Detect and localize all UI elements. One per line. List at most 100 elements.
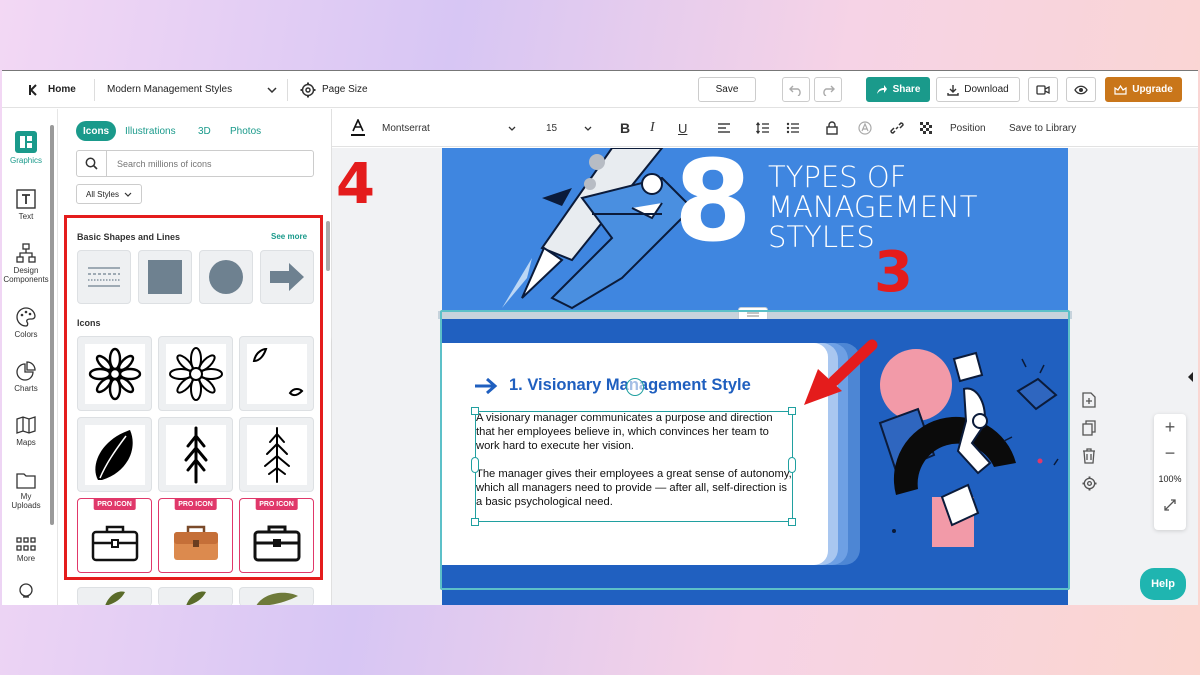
duplicate-page-button[interactable] — [1082, 420, 1102, 448]
briefcase-icon — [91, 525, 138, 561]
lock-button[interactable] — [826, 109, 838, 147]
preview-button[interactable] — [1066, 77, 1096, 102]
share-button[interactable]: Share — [866, 77, 930, 102]
design-canvas[interactable]: 8 TYPES OF MANAGEMENT STYLES 1. Visionar… — [332, 148, 1198, 605]
icon-tile-tree-1[interactable] — [158, 417, 233, 492]
rail-label-colors: Colors — [14, 330, 38, 339]
eye-icon — [1074, 85, 1088, 94]
chevron-down-icon — [124, 192, 132, 197]
font-size-value: 15 — [546, 122, 558, 134]
rail-item-maps[interactable]: Maps — [2, 415, 50, 447]
align-button[interactable] — [717, 109, 731, 147]
title-line-1: TYPES OF — [768, 160, 907, 194]
upgrade-button[interactable]: Upgrade — [1105, 77, 1182, 102]
delete-page-button[interactable] — [1082, 448, 1102, 476]
icon-tile-flower-1[interactable] — [77, 336, 152, 411]
redo-button[interactable] — [814, 77, 842, 102]
home-button[interactable]: Home — [28, 71, 76, 108]
section-selection-frame[interactable] — [440, 310, 1070, 590]
leaf-icon — [256, 592, 298, 605]
left-rail: Graphics Text Design Components Colors C… — [2, 109, 58, 605]
animate-button[interactable] — [858, 109, 872, 147]
rail-item-more[interactable]: More — [2, 537, 50, 563]
link-button[interactable] — [890, 109, 904, 147]
icon-tile-partial-2[interactable] — [158, 587, 233, 605]
search-input[interactable] — [107, 158, 307, 169]
transparency-button[interactable] — [920, 109, 933, 147]
line-spacing-button[interactable] — [756, 109, 770, 147]
icon-tile-partial-1[interactable] — [77, 587, 152, 605]
rail-item-colors[interactable]: Colors — [2, 307, 50, 339]
briefcase-icon — [173, 525, 218, 560]
icon-tile-leaves[interactable] — [239, 336, 314, 411]
tab-icons[interactable]: Icons — [76, 121, 117, 141]
briefcase-icon — [253, 525, 300, 561]
page-settings-button[interactable] — [1082, 476, 1102, 504]
icon-search[interactable] — [76, 150, 314, 177]
icon-tile-flower-2[interactable] — [158, 336, 233, 411]
record-video-button[interactable] — [1028, 77, 1058, 102]
rail-item-my-uploads[interactable]: My Uploads — [2, 471, 50, 510]
bold-button[interactable]: B — [620, 109, 630, 147]
italic-button[interactable]: I — [650, 109, 655, 147]
underline-button[interactable]: U — [678, 109, 687, 147]
map-icon — [16, 416, 36, 434]
rail-scrollbar[interactable] — [50, 125, 54, 525]
add-page-button[interactable] — [1082, 392, 1102, 420]
help-button[interactable]: Help — [1140, 568, 1186, 600]
font-family-value: Montserrat — [382, 122, 430, 134]
icon-tile-briefcase-3[interactable]: PRO ICON — [239, 498, 314, 573]
fit-screen-button[interactable] — [1154, 492, 1186, 518]
icons-section-title: Icons — [77, 318, 101, 328]
doc-title-dropdown[interactable]: Modern Management Styles — [107, 71, 277, 108]
tab-illustrations[interactable]: Illustrations — [125, 121, 176, 141]
duplicate-icon — [1082, 420, 1096, 436]
shape-tile-lines[interactable] — [77, 250, 131, 304]
tree-icon — [184, 426, 207, 483]
flower-icon — [88, 347, 141, 400]
align-left-icon — [718, 123, 730, 133]
shape-tile-square[interactable] — [138, 250, 192, 304]
rail-item-charts[interactable]: Charts — [2, 361, 50, 393]
list-button[interactable] — [786, 109, 800, 147]
position-button[interactable]: Position — [950, 109, 986, 147]
panel-scrollbar[interactable] — [326, 221, 330, 271]
icon-tile-leaf[interactable] — [77, 417, 152, 492]
home-label: Home — [48, 84, 76, 95]
icon-tile-briefcase-2[interactable]: PRO ICON — [158, 498, 233, 573]
shape-tile-circle[interactable] — [199, 250, 253, 304]
save-to-library-button[interactable]: Save to Library — [1009, 109, 1076, 147]
zoom-out-button[interactable]: − — [1154, 440, 1186, 466]
icon-tile-tree-2[interactable] — [239, 417, 314, 492]
shape-tile-arrow[interactable] — [260, 250, 314, 304]
font-family-dropdown[interactable]: Montserrat — [382, 109, 516, 147]
annotation-step-4: 4 — [336, 152, 375, 217]
lightbulb-icon — [19, 583, 33, 598]
section-tools — [1082, 392, 1102, 504]
page-size-button[interactable]: Page Size — [300, 71, 368, 108]
undo-button[interactable] — [782, 77, 810, 102]
icon-tile-partial-3[interactable] — [239, 587, 314, 605]
download-button[interactable]: Download — [936, 77, 1020, 102]
text-color-icon — [351, 119, 365, 136]
rail-item-graphics[interactable]: Graphics — [2, 131, 50, 165]
save-button[interactable]: Save — [698, 77, 756, 102]
redo-icon — [823, 85, 835, 96]
text-color-button[interactable] — [350, 109, 366, 147]
video-camera-icon — [1036, 84, 1050, 95]
zoom-in-button[interactable]: + — [1154, 414, 1186, 440]
tab-3d[interactable]: 3D — [198, 121, 211, 141]
rail-label-graphics: Graphics — [9, 156, 42, 165]
rail-item-extra[interactable] — [2, 583, 50, 604]
tab-photos[interactable]: Photos — [230, 121, 261, 141]
font-size-dropdown[interactable]: 15 — [546, 109, 592, 147]
rail-item-text[interactable]: Text — [2, 189, 50, 221]
dashed-lines-icon — [88, 267, 120, 287]
right-panel-toggle[interactable] — [1184, 362, 1198, 392]
style-filter-dropdown[interactable]: All Styles — [76, 184, 142, 204]
rail-item-design-components[interactable]: Design Components — [2, 243, 50, 284]
see-more-link[interactable]: See more — [271, 232, 307, 241]
infographic-header-block[interactable]: 8 TYPES OF MANAGEMENT STYLES — [442, 148, 1068, 313]
text-icon — [16, 189, 36, 209]
icon-tile-briefcase-1[interactable]: PRO ICON — [77, 498, 152, 573]
